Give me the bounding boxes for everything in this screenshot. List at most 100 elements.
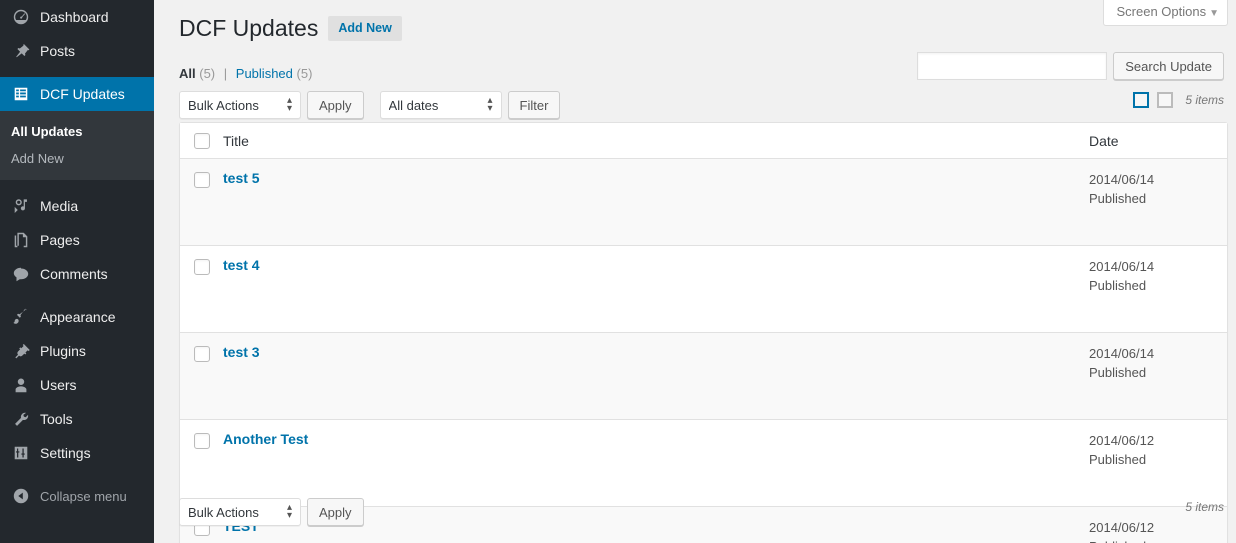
row-checkbox-cell [180, 333, 223, 362]
sidebar-item-dcf-updates[interactable]: DCF Updates [0, 77, 162, 111]
plug-icon [11, 341, 31, 361]
sidebar-separator [0, 291, 154, 300]
date-filter-select[interactable]: All dates [379, 91, 502, 119]
column-header-date-label: Date [1089, 132, 1119, 149]
sidebar-item-media[interactable]: Media [0, 189, 154, 223]
row-checkbox-cell [180, 246, 223, 275]
sidebar-menu: Dashboard Posts DCF Updates All Updates Add … [0, 0, 162, 513]
sidebar-item-dashboard[interactable]: Dashboard [0, 0, 154, 34]
search-box: Search Update [917, 52, 1224, 80]
sidebar-item-posts[interactable]: Posts [0, 34, 154, 68]
pagination-top: 5 items [1133, 92, 1224, 108]
sidebar-item-label: Appearance [40, 309, 116, 325]
bulk-actions-select-bottom-wrap: Bulk ActionsEditMove to Trash ▴▾ [179, 498, 301, 526]
sidebar-item-comments[interactable]: Comments [0, 257, 154, 291]
row-checkbox[interactable] [193, 172, 210, 188]
filter-link-published[interactable]: Published [236, 66, 293, 81]
bulk-actions-select-bottom[interactable]: Bulk ActionsEditMove to Trash [179, 498, 301, 526]
sidebar-item-label: DCF Updates [40, 86, 125, 102]
comment-bubble-icon [11, 264, 31, 284]
row-title-link[interactable]: test 4 [223, 246, 1089, 273]
filter-count-published: (5) [296, 66, 313, 81]
row-date: 2014/06/14 Published [1089, 246, 1227, 295]
row-checkbox[interactable] [193, 346, 210, 362]
sidebar-submenu: All Updates Add New [0, 111, 154, 180]
row-status: Published [1089, 537, 1227, 543]
row-title-link[interactable]: Another Test [223, 420, 1089, 447]
table-body: test 5 2014/06/14 Published test 4 2014/06/1… [180, 158, 1227, 543]
row-date-cell: 2014/06/14 Published [1089, 246, 1227, 332]
sidebar-item-tools[interactable]: Tools [0, 402, 154, 436]
main-content: Screen Options ▼ DCF Updates Add New All… [154, 0, 1236, 543]
row-status: Published [1089, 278, 1147, 293]
sidebar-item-label: Plugins [40, 343, 86, 359]
prev-page-button[interactable] [1133, 92, 1150, 108]
row-checkbox[interactable] [193, 433, 210, 449]
user-icon [11, 375, 31, 395]
sidebar-item-label: Tools [40, 411, 73, 427]
items-count-top: 5 items [1185, 93, 1224, 107]
paintbrush-icon [11, 307, 31, 327]
row-title-cell: Another Test [223, 420, 1089, 484]
page-title-row: DCF Updates Add New [179, 14, 402, 43]
table-row: Another Test 2014/06/12 Published [180, 419, 1227, 506]
column-header-title-label: Title [223, 132, 249, 149]
sidebar-item-label: Media [40, 198, 79, 214]
next-page-button[interactable] [1157, 92, 1174, 108]
select-all-header-cell [180, 132, 223, 149]
list-grid-icon [11, 84, 31, 104]
pushpin-icon [11, 41, 31, 61]
sidebar-item-appearance[interactable]: Appearance [0, 300, 154, 334]
row-title-link[interactable]: test 5 [223, 159, 1089, 186]
wp-admin-page: Dashboard Posts DCF Updates All Updates Add … [0, 0, 1236, 543]
sidebar-item-users[interactable]: Users [0, 368, 154, 402]
search-submit-button[interactable]: Search Update [1113, 52, 1224, 80]
sidebar-item-pages[interactable]: Pages [0, 223, 154, 257]
filter-button[interactable]: Filter [507, 91, 561, 119]
sidebar-item-label: Users [40, 377, 77, 393]
row-date: 2014/06/14 Published [1089, 159, 1227, 208]
apply-button-bottom[interactable]: Apply [307, 498, 364, 526]
filter-link-all[interactable]: All [179, 66, 196, 81]
submenu-item-add-new[interactable]: Add New [0, 145, 154, 172]
add-new-button[interactable]: Add New [328, 16, 402, 41]
row-title-link[interactable]: test 3 [223, 333, 1089, 360]
date-filter-group: All dates ▴ ▾ Filter [379, 91, 561, 119]
sliders-icon [11, 443, 31, 463]
sidebar-item-label: Dashboard [40, 9, 109, 25]
column-header-title[interactable]: Title [223, 133, 1089, 149]
sidebar-item-settings[interactable]: Settings [0, 436, 154, 470]
screen-options-label: Screen Options [1116, 4, 1207, 19]
submenu-item-all-updates[interactable]: All Updates [0, 118, 154, 145]
table-row: test 5 2014/06/14 Published [180, 158, 1227, 245]
row-date-cell: 2014/06/14 Published [1089, 333, 1227, 419]
collapse-menu-button[interactable]: Collapse menu [0, 479, 154, 513]
items-count-bottom: 5 items [1185, 500, 1224, 514]
admin-sidebar: Dashboard Posts DCF Updates All Updates Add … [0, 0, 162, 543]
chevron-down-icon: ▼ [1209, 7, 1219, 19]
sidebar-item-plugins[interactable]: Plugins [0, 334, 154, 368]
select-all-checkbox-top[interactable] [193, 132, 210, 149]
collapse-menu-label: Collapse menu [40, 488, 127, 504]
table-row: test 3 2014/06/14 Published [180, 332, 1227, 419]
column-header-date[interactable]: Date [1089, 133, 1227, 149]
sidebar-item-label: Settings [40, 445, 91, 461]
screen-options-tab[interactable]: Screen Options ▼ [1103, 0, 1228, 27]
row-title-cell: test 4 [223, 246, 1089, 310]
row-date: 2014/06/14 Published [1089, 333, 1227, 382]
row-checkbox-cell [180, 420, 223, 449]
sidebar-separator [0, 180, 154, 189]
row-checkbox[interactable] [193, 259, 210, 275]
sidebar-separator [0, 470, 154, 479]
filter-count-all: (5) [199, 66, 216, 81]
search-input[interactable] [917, 52, 1108, 80]
bulk-actions-select-top[interactable]: Bulk ActionsEditMove to Trash [179, 91, 301, 119]
apply-button-top[interactable]: Apply [307, 91, 364, 119]
tablenav-top: Bulk ActionsEditMove to Trash ▴▾ Apply A… [179, 90, 561, 120]
media-music-icon [11, 196, 31, 216]
bulk-actions-select-top-wrap: Bulk ActionsEditMove to Trash ▴▾ [179, 91, 301, 119]
date-select-wrap: All dates ▴ ▾ [379, 91, 502, 119]
posts-list-table: Title Date test 5 2014/06/14 Published test… [179, 122, 1228, 543]
sidebar-separator [0, 68, 154, 77]
sidebar-item-label: Pages [40, 232, 80, 248]
